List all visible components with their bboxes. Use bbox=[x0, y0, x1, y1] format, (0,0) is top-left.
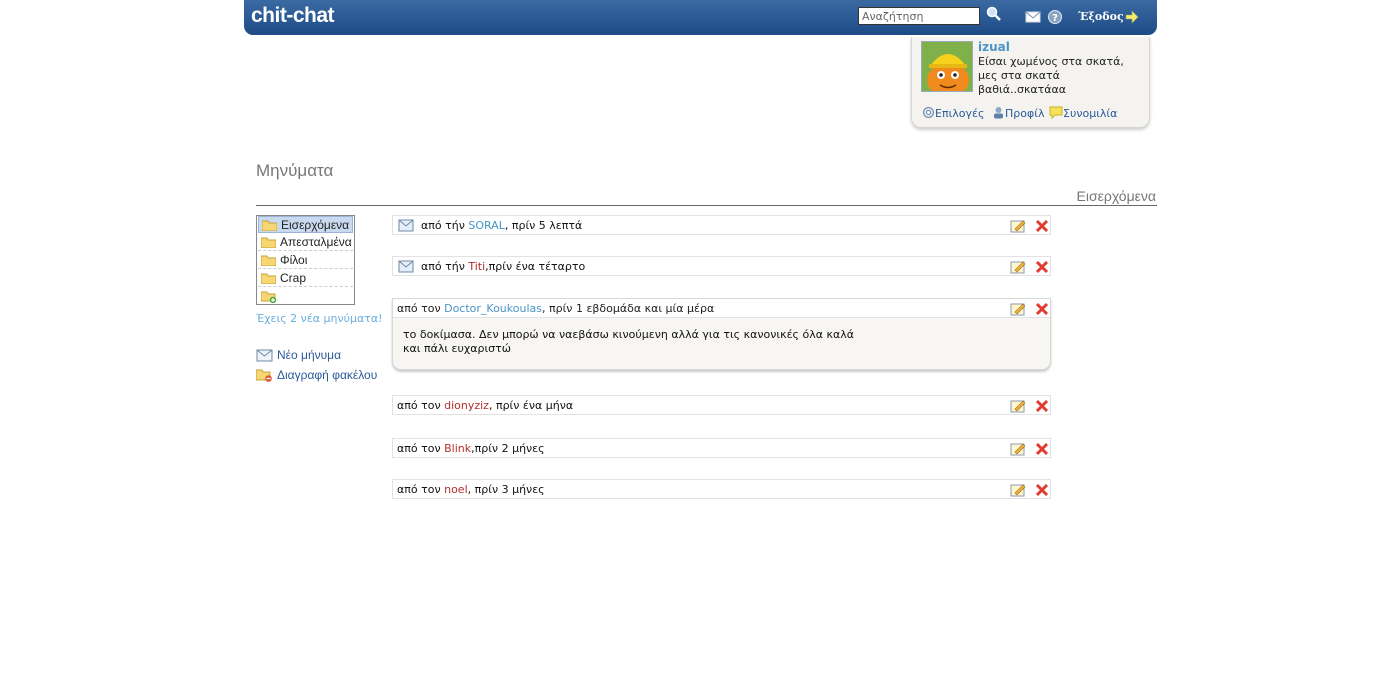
avatar[interactable] bbox=[921, 41, 973, 92]
sender-link[interactable]: noel bbox=[444, 483, 468, 496]
status-line: μες στα σκατά bbox=[978, 69, 1060, 82]
new-message-button[interactable]: Νέο μήνυμα bbox=[256, 348, 341, 362]
message-row[interactable]: από τήν SORAL, πρίν 5 λεπτά bbox=[392, 215, 1051, 235]
user-icon bbox=[994, 107, 1003, 119]
svg-text:?: ? bbox=[1052, 13, 1058, 24]
help-icon[interactable]: ? bbox=[1047, 9, 1063, 25]
top-bar: chit-chat ? Έξοδος bbox=[244, 0, 1157, 35]
message-prefix: από τον bbox=[397, 442, 445, 455]
message-prefix: από τον bbox=[397, 302, 445, 315]
new-folder-button[interactable] bbox=[258, 288, 353, 305]
gear-icon bbox=[923, 107, 934, 118]
delete-folder-button[interactable]: Διαγραφή φακέλου bbox=[255, 368, 378, 382]
site-logo[interactable]: chit-chat bbox=[251, 4, 335, 28]
message-body-line: και πάλι ευχαριστώ bbox=[403, 342, 511, 355]
folder-list: Εισερχόμενα Απεσταλμένα Φίλοι Crap bbox=[256, 215, 355, 305]
folder-label: Εισερχόμενα bbox=[281, 218, 350, 232]
sender-link[interactable]: Titi bbox=[468, 260, 485, 273]
profile-label: Προφίλ bbox=[1005, 107, 1045, 120]
profile-box: izual Είσαι χωμένος στα σκατά, μες στα σ… bbox=[911, 37, 1150, 128]
folder-icon bbox=[261, 273, 276, 284]
delete-icon[interactable] bbox=[1035, 260, 1049, 274]
message-summary: από τον dionyziz, πρίν ένα μήνα bbox=[397, 399, 573, 412]
delete-icon[interactable] bbox=[1035, 399, 1049, 413]
message-time: , πρίν 3 μήνες bbox=[467, 483, 545, 496]
message-prefix: από τήν bbox=[421, 219, 469, 232]
folder-icon bbox=[261, 237, 276, 248]
folder-icon bbox=[262, 220, 277, 231]
message-summary: από τήν Titi,πρίν ένα τέταρτο bbox=[421, 260, 585, 273]
message-prefix: από τήν bbox=[421, 260, 469, 273]
message-summary: από τον Doctor_Koukoulas, πρίν 1 εβδομάδ… bbox=[397, 302, 714, 315]
message-time: , πρίν 5 λεπτά bbox=[504, 219, 583, 232]
sender-link[interactable]: SORAL bbox=[468, 219, 505, 232]
folder-icon bbox=[261, 255, 276, 266]
message-header[interactable]: από τον Doctor_Koukoulas, πρίν 1 εβδομάδ… bbox=[393, 299, 1050, 318]
delete-icon[interactable] bbox=[1035, 483, 1049, 497]
logout-link[interactable]: Έξοδος bbox=[1078, 10, 1124, 23]
message-expanded[interactable]: από τον Doctor_Koukoulas, πρίν 1 εβδομάδ… bbox=[392, 298, 1051, 370]
folder-item-friends[interactable]: Φίλοι bbox=[258, 252, 353, 269]
delete-icon[interactable] bbox=[1035, 302, 1049, 316]
chat-link[interactable]: Συνομιλία bbox=[1049, 106, 1117, 120]
new-message-label: Νέο μήνυμα bbox=[277, 348, 342, 362]
sender-link[interactable]: Blink bbox=[444, 442, 471, 455]
message-time: , πρίν ένα μήνα bbox=[488, 399, 574, 412]
profile-link[interactable]: Προφίλ bbox=[992, 106, 1044, 120]
options-label: Επιλογές bbox=[935, 107, 985, 120]
folder-item-sent[interactable]: Απεσταλμένα bbox=[258, 234, 353, 251]
message-time: ,πρίν 2 μήνες bbox=[471, 442, 545, 455]
sender-link[interactable]: Doctor_Koukoulas bbox=[444, 302, 542, 315]
page-title: Μηνύματα bbox=[256, 161, 334, 180]
reply-icon[interactable] bbox=[1010, 302, 1026, 316]
reply-icon[interactable] bbox=[1010, 442, 1026, 456]
message-row[interactable]: από τον Blink,πρίν 2 μήνες bbox=[392, 438, 1051, 458]
new-messages-notice[interactable]: Έχεις 2 νέα μηνύματα! bbox=[256, 312, 383, 325]
reply-icon[interactable] bbox=[1010, 399, 1026, 413]
message-row[interactable]: από τήν Titi,πρίν ένα τέταρτο bbox=[392, 256, 1051, 276]
divider bbox=[256, 205, 1157, 206]
message-summary: από τον noel, πρίν 3 μήνες bbox=[397, 483, 545, 496]
mail-icon[interactable] bbox=[1025, 9, 1041, 25]
folder-label: Φίλοι bbox=[280, 253, 308, 267]
delete-folder-icon bbox=[255, 369, 272, 382]
avatar-image bbox=[922, 42, 972, 91]
options-link[interactable]: Επιλογές bbox=[922, 106, 984, 120]
message-summary: από τον Blink,πρίν 2 μήνες bbox=[397, 442, 545, 455]
message-body-line: το δοκίμασα. Δεν μπορώ να ναεβάσω κινούμ… bbox=[403, 328, 854, 341]
add-folder-icon bbox=[261, 291, 277, 303]
message-time: ,πρίν ένα τέταρτο bbox=[485, 260, 586, 273]
unread-mail-icon bbox=[398, 219, 414, 232]
folder-label: Απεσταλμένα bbox=[280, 235, 352, 249]
status-line: Είσαι χωμένος στα σκατά, bbox=[978, 55, 1124, 68]
message-prefix: από τον bbox=[397, 399, 445, 412]
profile-status: Είσαι χωμένος στα σκατά, μες στα σκατά β… bbox=[978, 55, 1148, 97]
new-mail-icon bbox=[256, 349, 273, 362]
arrow-right-icon[interactable] bbox=[1125, 10, 1141, 26]
chat-label: Συνομιλία bbox=[1063, 107, 1118, 120]
profile-username[interactable]: izual bbox=[978, 40, 1010, 54]
folder-item-crap[interactable]: Crap bbox=[258, 270, 353, 287]
reply-icon[interactable] bbox=[1010, 219, 1026, 233]
message-body: το δοκίμασα. Δεν μπορώ να ναεβάσω κινούμ… bbox=[403, 328, 854, 356]
message-summary: από τήν SORAL, πρίν 5 λεπτά bbox=[421, 219, 582, 232]
reply-icon[interactable] bbox=[1010, 483, 1026, 497]
delete-icon[interactable] bbox=[1035, 442, 1049, 456]
message-time: , πρίν 1 εβδομάδα και μία μέρα bbox=[541, 302, 715, 315]
search-input[interactable] bbox=[858, 7, 980, 25]
folder-item-inbox[interactable]: Εισερχόμενα bbox=[258, 216, 353, 233]
status-line: βαθιά..σκατάαα bbox=[978, 83, 1067, 96]
unread-mail-icon bbox=[398, 260, 414, 273]
message-row[interactable]: από τον dionyziz, πρίν ένα μήνα bbox=[392, 395, 1051, 415]
speech-bubble-icon bbox=[1049, 106, 1063, 120]
message-row[interactable]: από τον noel, πρίν 3 μήνες bbox=[392, 479, 1051, 499]
search-icon[interactable] bbox=[986, 6, 1002, 22]
sender-link[interactable]: dionyziz bbox=[444, 399, 489, 412]
delete-folder-label: Διαγραφή φακέλου bbox=[277, 368, 378, 382]
folder-title: Εισερχόμενα bbox=[1076, 188, 1156, 204]
reply-icon[interactable] bbox=[1010, 260, 1026, 274]
folder-label: Crap bbox=[280, 271, 307, 285]
message-prefix: από τον bbox=[397, 483, 445, 496]
delete-icon[interactable] bbox=[1035, 219, 1049, 233]
